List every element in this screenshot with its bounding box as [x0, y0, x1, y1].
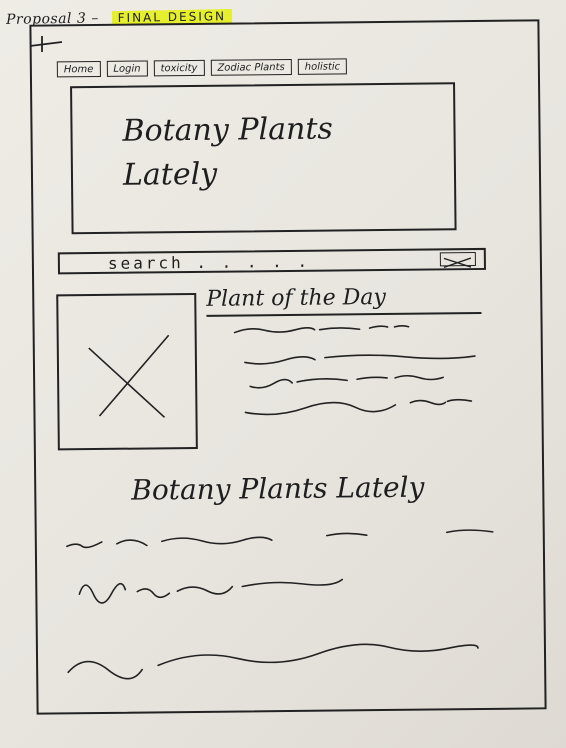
text-line: [244, 354, 476, 365]
text-line: [66, 529, 494, 549]
text-line: [249, 374, 444, 389]
text-line: [244, 398, 473, 416]
text-line: [78, 578, 344, 604]
section-title: Botany Plants Lately: [131, 470, 425, 507]
text-line: [233, 325, 410, 334]
text-line: [67, 643, 479, 680]
placeholder-text-lines: [66, 325, 494, 680]
page-frame: Home Login toxicity Zodiac Plants holist…: [29, 19, 547, 715]
sketch-paper: Proposal 3 – FINAL DESIGN Home Login tox…: [0, 0, 566, 748]
